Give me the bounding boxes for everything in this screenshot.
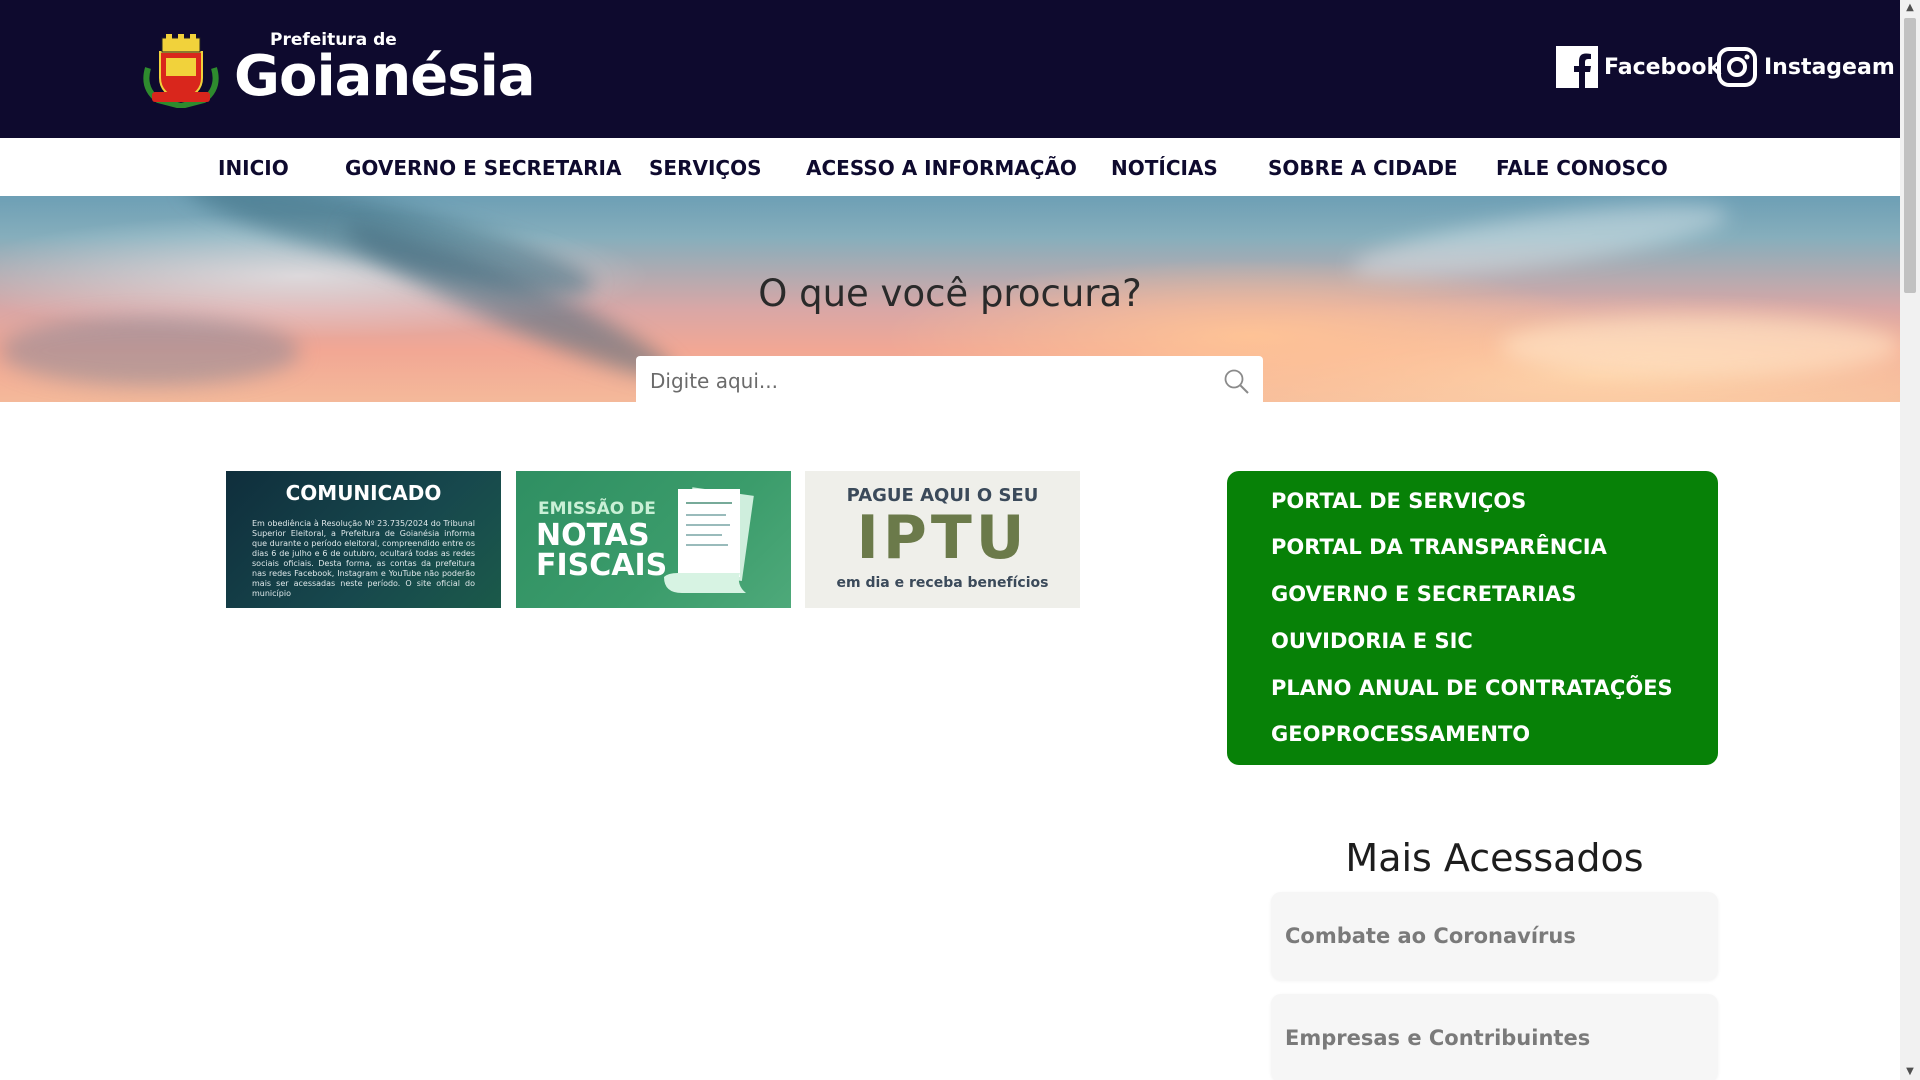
search-box bbox=[636, 356, 1263, 406]
iptu-line3: em dia e receba benefícios bbox=[836, 575, 1049, 591]
quick-link-portal-transparencia[interactable]: PORTAL DA TRANSPARÊNCIA bbox=[1271, 535, 1607, 559]
banner-notas-fiscais[interactable]: EMISSÃO DE NOTAS FISCAIS bbox=[516, 471, 791, 608]
facebook-label: Facebook bbox=[1604, 54, 1722, 80]
quick-links-panel: PORTAL DE SERVIÇOS PORTAL DA TRANSPARÊNC… bbox=[1227, 471, 1718, 765]
quick-link-portal-servicos[interactable]: PORTAL DE SERVIÇOS bbox=[1271, 489, 1526, 513]
comunicado-text: Em obediência à Resolução Nº 23.735/2024… bbox=[252, 519, 475, 598]
quick-link-governo-secretarias[interactable]: GOVERNO E SECRETARIAS bbox=[1271, 582, 1576, 606]
comunicado-title: COMUNICADO bbox=[285, 481, 442, 505]
quick-link-geoprocessamento[interactable]: GEOPROCESSAMENTO bbox=[1271, 722, 1530, 746]
notas-line2-text: NOTAS bbox=[536, 518, 650, 553]
nav-item-servicos[interactable]: SERVIÇOS bbox=[649, 156, 761, 180]
instagram-link[interactable]: Instageam bbox=[1716, 46, 1895, 88]
scroll-down-arrow-icon[interactable]: ▼ bbox=[1905, 1067, 1915, 1077]
instagram-label: Instageam bbox=[1764, 54, 1895, 80]
site-header: Prefeitura de Goianésia Facebook Instage… bbox=[0, 0, 1900, 138]
quick-link-plano-anual[interactable]: PLANO ANUAL DE CONTRATAÇÕES bbox=[1271, 676, 1673, 700]
iptu-line2: IPTU bbox=[856, 503, 1029, 573]
scroll-thumb[interactable] bbox=[1904, 18, 1916, 293]
mais-acessados-item-label: Empresas e Contribuintes bbox=[1285, 1026, 1591, 1050]
mais-acessados-item[interactable]: Empresas e Contribuintes bbox=[1271, 994, 1718, 1080]
nav-item-sobre-cidade[interactable]: SOBRE A CIDADE bbox=[1268, 156, 1458, 180]
search-icon[interactable] bbox=[1223, 368, 1251, 396]
mais-acessados-title: Mais Acessados bbox=[1345, 836, 1644, 880]
banner-comunicado[interactable]: COMUNICADO Em obediência à Resolução Nº … bbox=[226, 471, 501, 608]
quick-link-ouvidoria-sic[interactable]: OUVIDORIA E SIC bbox=[1271, 629, 1473, 653]
mais-acessados-item-label: Combate ao Coronavírus bbox=[1285, 924, 1576, 948]
mais-acessados-item[interactable]: Combate ao Coronavírus bbox=[1271, 892, 1718, 980]
logo-title: Goianésia bbox=[234, 44, 536, 109]
notas-line1: EMISSÃO DE bbox=[538, 499, 656, 519]
facebook-link[interactable]: Facebook bbox=[1556, 46, 1721, 88]
nav-item-acesso-informacao[interactable]: ACESSO A INFORMAÇÃO bbox=[806, 156, 1077, 180]
site-logo[interactable]: Prefeitura de Goianésia bbox=[138, 28, 536, 109]
receipt-icon bbox=[664, 487, 754, 593]
notas-line3-text: FISCAIS bbox=[536, 548, 668, 583]
banner-iptu[interactable]: PAGUE AQUI O SEU IPTU em dia e receba be… bbox=[805, 471, 1080, 608]
facebook-icon bbox=[1556, 46, 1598, 88]
page-scrollbar[interactable]: ▲ ▼ bbox=[1900, 0, 1920, 1080]
hero-title: O que você procura? bbox=[758, 272, 1142, 315]
nav-item-noticias[interactable]: NOTÍCIAS bbox=[1111, 156, 1218, 180]
nav-item-fale-conosco[interactable]: FALE CONOSCO bbox=[1496, 156, 1668, 180]
nav-item-governo[interactable]: GOVERNO E SECRETARIA bbox=[345, 156, 621, 180]
search-input[interactable] bbox=[636, 356, 1196, 406]
main-nav: INICIO GOVERNO E SECRETARIA SERVIÇOS ACE… bbox=[0, 138, 1900, 196]
nav-item-inicio[interactable]: INICIO bbox=[218, 156, 289, 180]
scroll-up-arrow-icon[interactable]: ▲ bbox=[1905, 3, 1915, 13]
city-crest-icon bbox=[143, 34, 219, 108]
notas-line2: NOTAS FISCAIS bbox=[536, 521, 667, 581]
instagram-icon bbox=[1717, 47, 1757, 87]
